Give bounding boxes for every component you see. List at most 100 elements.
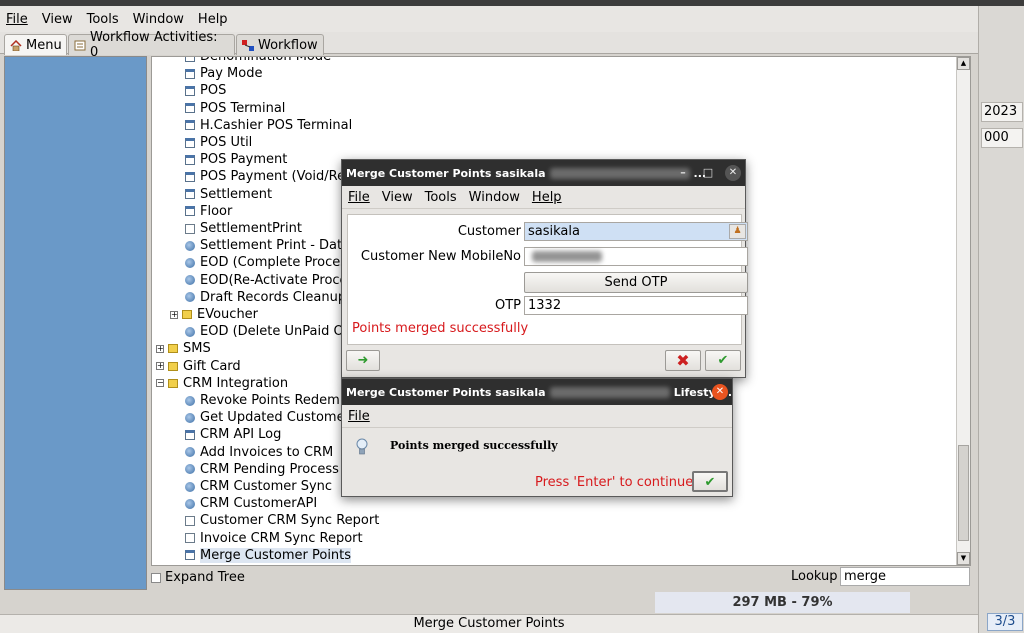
tree-item-label: CRM Integration: [183, 375, 289, 391]
tree-item[interactable]: Add Invoices to CRM: [185, 444, 333, 461]
expand-icon[interactable]: +: [156, 344, 164, 353]
tree-item-label: EOD (Delete UnPaid Or: [200, 324, 350, 340]
minimize-icon[interactable]: –: [675, 165, 691, 181]
expand-icon[interactable]: +: [170, 310, 178, 319]
workflow-icon: [242, 39, 254, 51]
tree-item[interactable]: Settlement: [185, 186, 272, 203]
redacted-mobile: [532, 251, 602, 262]
tree-item[interactable]: CRM Pending Process: [185, 461, 339, 478]
mobile-field[interactable]: [524, 247, 748, 266]
tree-item[interactable]: Merge Customer Points: [185, 547, 352, 564]
close-icon[interactable]: ✕: [725, 165, 741, 181]
tree-item[interactable]: + SMS: [156, 340, 211, 357]
tree-item[interactable]: Revoke Points Redemp: [185, 392, 348, 409]
tree-item[interactable]: POS: [185, 82, 226, 99]
scroll-up-icon[interactable]: ▲: [957, 57, 970, 70]
main-menubar: File View Tools Window Help: [0, 6, 978, 32]
tree-item[interactable]: POS Payment (Void/Re: [185, 168, 345, 185]
right-field-1: 2023: [981, 102, 1023, 122]
dialog-icon: [185, 206, 195, 217]
dialog-icon: [185, 550, 195, 561]
tree-item[interactable]: POS Util: [185, 134, 252, 151]
redacted-text: [549, 386, 670, 398]
tree-item-label: Settlement Print - Date: [200, 238, 351, 254]
tree-item[interactable]: + Gift Card: [156, 358, 241, 375]
tree-item-label: CRM Pending Process: [200, 461, 339, 477]
continue-ok-button[interactable]: ✔: [692, 471, 728, 492]
ok-button[interactable]: ✔: [705, 350, 741, 371]
tree-item[interactable]: CRM Customer Sync: [185, 478, 332, 495]
tree-item-label: Merge Customer Points: [200, 547, 352, 563]
tree-item[interactable]: Customer CRM Sync Report: [185, 512, 379, 529]
process-icon: [185, 292, 195, 303]
right-field-2: 000: [981, 128, 1023, 148]
info-dialog-titlebar: Merge Customer Points sasikala Lifestyl.…: [342, 379, 732, 405]
tree-item[interactable]: Floor: [185, 203, 232, 220]
menu-view[interactable]: View: [42, 12, 73, 27]
dialog-menu-window[interactable]: Window: [469, 190, 520, 205]
tree-item[interactable]: Draft Records Cleanup: [185, 289, 346, 306]
send-otp-button[interactable]: Send OTP: [524, 272, 748, 293]
otp-field[interactable]: 1332: [524, 296, 748, 315]
info-message: Points merged successfully: [390, 439, 558, 452]
tree-item[interactable]: Invoice CRM Sync Report: [185, 530, 363, 547]
close-icon[interactable]: ✕: [712, 384, 728, 400]
tree-item[interactable]: CRM API Log: [185, 426, 281, 443]
tree-item[interactable]: CRM CustomerAPI: [185, 495, 317, 512]
tree-item[interactable]: EOD(Re-Activate Proce: [185, 272, 348, 289]
customer-field[interactable]: sasikala ♟: [524, 222, 748, 241]
tree-item-label: POS Util: [200, 135, 253, 150]
redacted-text: [549, 167, 690, 179]
tree-item[interactable]: POS Terminal: [185, 100, 285, 117]
scroll-down-icon[interactable]: ▼: [957, 552, 970, 565]
refresh-arrow-icon: ➜: [357, 353, 369, 368]
otp-label: OTP: [494, 298, 521, 313]
tab-workflow[interactable]: Workflow: [236, 34, 324, 55]
tab-bar: Menu Workflow Activities: 0 Workflow: [0, 30, 978, 60]
tree-item[interactable]: POS Payment: [185, 151, 287, 168]
dialog-menu-help[interactable]: Help: [532, 190, 562, 205]
refresh-button[interactable]: ➜: [346, 350, 380, 371]
tab-workflow-activities[interactable]: Workflow Activities: 0: [68, 30, 235, 60]
process-icon: [185, 447, 195, 458]
menu-help[interactable]: Help: [198, 12, 228, 27]
tab-menu[interactable]: Menu: [4, 34, 67, 55]
process-icon: [185, 326, 195, 337]
person-lookup-icon[interactable]: ♟: [729, 224, 746, 239]
tree-item[interactable]: SettlementPrint: [185, 220, 302, 237]
tree-item[interactable]: − CRM Integration: [156, 375, 288, 392]
tree-item[interactable]: H.Cashier POS Terminal: [185, 117, 352, 134]
menu-tools[interactable]: Tools: [87, 12, 119, 27]
tab-workflow-label: Workflow: [258, 37, 318, 53]
tree-scrollbar[interactable]: ▲ ▼: [956, 57, 970, 565]
merge-status-message: Points merged successfully: [352, 321, 529, 336]
tree-item[interactable]: Get Updated Customer: [185, 409, 350, 426]
dialog-menu-view[interactable]: View: [382, 190, 413, 205]
info-menu-file[interactable]: File: [348, 409, 370, 424]
scroll-thumb[interactable]: [958, 445, 969, 541]
dialog-icon: [185, 68, 195, 79]
cancel-button[interactable]: ✖: [665, 350, 701, 371]
dialog-menu-file[interactable]: File: [348, 190, 370, 205]
tree-item[interactable]: EOD (Delete UnPaid Or: [185, 323, 349, 340]
memory-indicator[interactable]: 297 MB - 79%: [655, 592, 910, 613]
folder-icon: [168, 344, 178, 354]
tree-item[interactable]: Pay Mode: [185, 65, 262, 82]
tree-item[interactable]: Denomination Mode: [185, 57, 331, 65]
tree-item-label: POS Terminal: [200, 100, 286, 116]
expand-tree-checkbox[interactable]: [151, 572, 161, 583]
collapse-icon[interactable]: −: [156, 379, 164, 388]
tree-item-label: Floor: [200, 203, 233, 219]
menu-file[interactable]: File: [6, 12, 28, 27]
maximize-icon[interactable]: □: [700, 165, 716, 181]
menu-window[interactable]: Window: [133, 12, 184, 27]
dialog-menu-tools[interactable]: Tools: [425, 190, 457, 205]
lookup-input[interactable]: merge: [840, 567, 970, 586]
tree-item-label: Invoice CRM Sync Report: [200, 530, 363, 546]
expand-icon[interactable]: +: [156, 362, 164, 371]
tree-item-label: Draft Records Cleanup: [200, 289, 347, 305]
tree-item[interactable]: EOD (Complete Process: [185, 254, 354, 271]
tree-item[interactable]: Settlement Print - Date: [185, 237, 350, 254]
expand-tree-label: Expand Tree: [165, 570, 245, 585]
tree-item[interactable]: + EVoucher: [170, 306, 258, 323]
